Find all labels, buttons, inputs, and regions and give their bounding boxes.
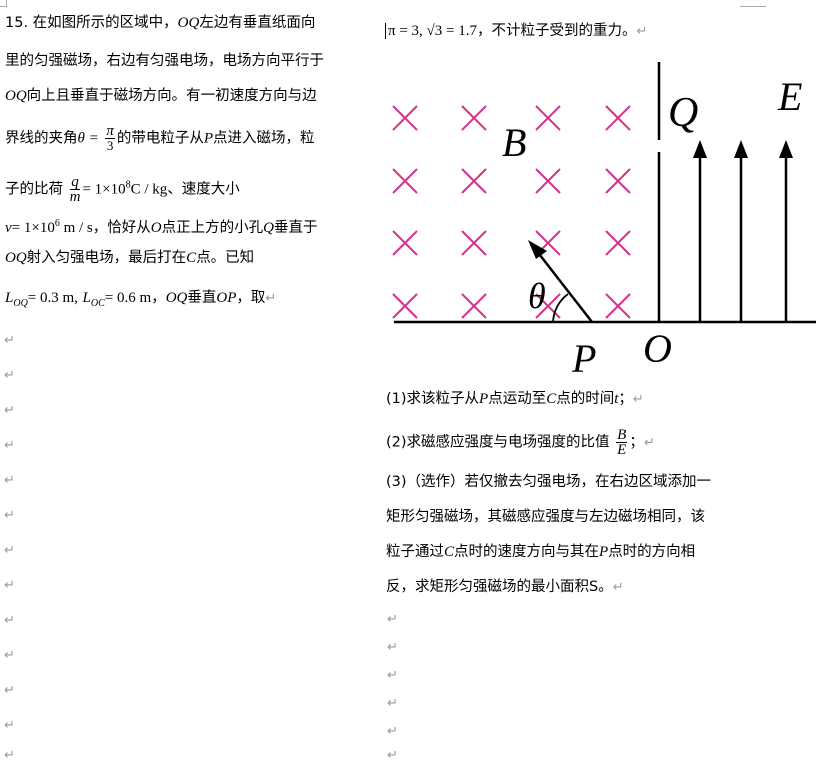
question-1: (1)求该粒子从P点运动至C点的时间t；↵: [386, 391, 644, 407]
problem-line-5: 子的比荷 q m = 1×108C / kg、速度大小: [5, 174, 240, 205]
field-cross: [392, 105, 418, 131]
label-E: E: [777, 74, 802, 119]
paragraph-mark: ↵: [387, 696, 398, 711]
paragraph-mark: ↵: [387, 640, 398, 655]
electric-field-arrows: [693, 140, 793, 322]
problem-line-1: 15. 在如图所示的区域中，OQ左边有垂直纸面向: [5, 15, 316, 31]
paragraph-mark: ↵: [4, 578, 15, 593]
fraction-B-over-E: B E: [616, 427, 628, 458]
field-cross: [392, 293, 418, 319]
paragraph-mark: ↵: [387, 748, 398, 763]
paragraph-mark: ↵: [387, 668, 398, 683]
field-cross: [605, 293, 631, 319]
fraction-pi-over-3: π 3: [105, 123, 115, 153]
question-number: 15.: [5, 15, 29, 31]
paragraph-mark: ↵: [4, 613, 15, 628]
field-cross: [605, 168, 631, 194]
paragraph-mark: ↵: [4, 508, 15, 523]
paragraph-mark: ↵: [4, 403, 15, 418]
question-2: (2)求磁感应强度与电场强度的比值 B E ；↵: [386, 427, 655, 458]
paragraph-mark: ↵: [387, 724, 398, 739]
paragraph-mark: ↵: [612, 580, 624, 595]
paragraph-mark: ↵: [643, 435, 655, 451]
label-P: P: [571, 336, 596, 380]
paragraph-mark: ↵: [4, 748, 15, 763]
question-3-line-4: 反，求矩形匀强磁场的最小面积S。↵: [386, 579, 624, 595]
problem-line-2: 里的匀强磁场，右边有匀强电场，电场方向平行于: [5, 53, 324, 69]
paragraph-mark: ↵: [387, 612, 398, 627]
paragraph-mark: ↵: [632, 392, 644, 407]
field-cross: [461, 105, 487, 131]
paragraph-mark: ↵: [4, 438, 15, 453]
page-corner-mark-right: [740, 0, 766, 7]
question-3-line-1: (3)（选作）若仅撤去匀强电场，在右边区域添加一: [386, 474, 712, 490]
paragraph-mark: ↵: [4, 473, 15, 488]
field-cross: [392, 168, 418, 194]
paragraph-mark: ↵: [4, 648, 15, 663]
field-cross: [392, 230, 418, 256]
field-diagram: B Q E θ P O: [392, 62, 816, 380]
label-O: O: [643, 326, 672, 371]
field-cross: [605, 230, 631, 256]
paragraph-mark: ↵: [636, 24, 648, 39]
field-cross: [535, 168, 561, 194]
problem-line-4: 界线的夹角θ = π 3 的带电粒子从P点进入磁场，粒: [5, 123, 315, 153]
question-3-line-2: 矩形匀强磁场，其磁感应强度与左边磁场相同，该: [386, 509, 705, 525]
paragraph-mark: ↵: [4, 718, 15, 733]
problem-line-8: LOQ= 0.3 m, LOC= 0.6 m，OQ垂直OP，取↵: [5, 290, 277, 309]
paragraph-mark: ↵: [4, 368, 15, 383]
fraction-q-over-m: q m: [69, 174, 81, 205]
problem-line-6: v= 1×106 m / s，恰好从O点正上方的小孔Q垂直于: [5, 218, 318, 236]
problem-line-7: OQ射入匀强电场，最后打在C点。已知: [5, 250, 255, 266]
field-cross: [535, 105, 561, 131]
field-cross: [461, 168, 487, 194]
field-cross: [461, 230, 487, 256]
field-cross: [461, 293, 487, 319]
question-3-line-3: 粒子通过C点时的速度方向与其在P点时的方向相: [386, 544, 696, 560]
paragraph-mark: ↵: [265, 291, 277, 306]
paragraph-mark: ↵: [4, 683, 15, 698]
label-B: B: [502, 120, 526, 165]
label-Q: Q: [668, 90, 698, 136]
given-constants-line: π = 3, √3 = 1.7，不计粒子受到的重力。↵: [385, 21, 647, 42]
field-cross: [605, 105, 631, 131]
label-theta: θ: [528, 276, 546, 316]
paragraph-mark: ↵: [4, 333, 15, 348]
problem-line-3: OQ向上且垂直于磁场方向。有一初速度方向与边: [5, 88, 317, 104]
page-corner-mark-left: [0, 0, 7, 7]
paragraph-mark: ↵: [4, 543, 15, 558]
